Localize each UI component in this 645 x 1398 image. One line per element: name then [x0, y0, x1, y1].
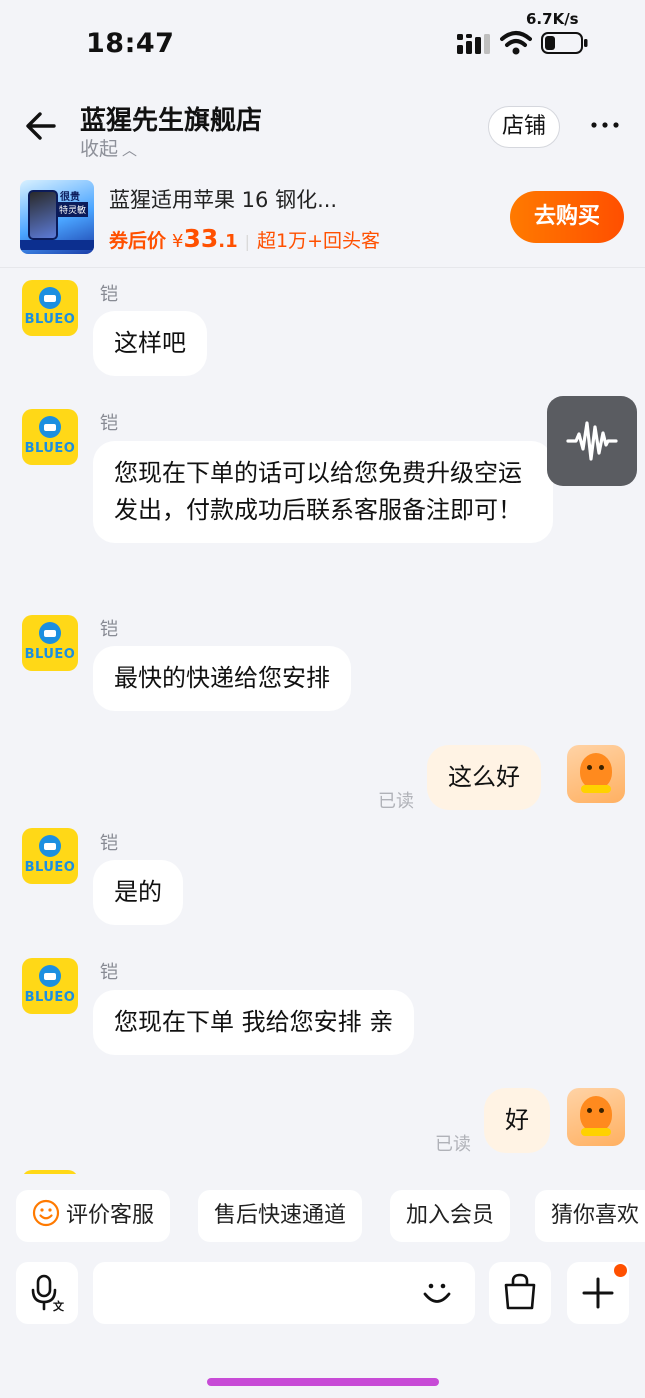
sender-name: 铠	[100, 619, 118, 640]
chip-after-sales[interactable]: 售后快速通道	[198, 1190, 363, 1242]
my-avatar[interactable]	[567, 745, 625, 803]
mic-translate-icon: 文	[31, 1274, 65, 1313]
agent-avatar[interactable]: BLUEO	[22, 409, 78, 465]
sender-name: 铠	[100, 833, 118, 854]
chip-join-member[interactable]: 加入会员	[390, 1190, 511, 1242]
collapse-toggle[interactable]: 收起 ︿	[80, 134, 137, 161]
home-indicator	[207, 1378, 439, 1386]
logo-face	[39, 965, 61, 987]
wifi-icon	[500, 31, 532, 55]
agent-avatar[interactable]	[22, 1170, 78, 1174]
my-message-bubble[interactable]: 好	[484, 1088, 550, 1153]
agent-avatar[interactable]: BLUEO	[22, 828, 78, 884]
message-bubble[interactable]: 这样吧	[93, 311, 207, 376]
chip-recommend[interactable]: 猜你喜欢	[535, 1190, 645, 1242]
product-name[interactable]: 蓝猩适用苹果 16 钢化...	[109, 184, 337, 214]
chip-label: 猜你喜欢	[551, 1203, 640, 1228]
price-decimal: .1	[218, 231, 238, 252]
message-bubble[interactable]: 是的	[93, 860, 183, 925]
message-bubble[interactable]: 您现在下单的话可以给您免费升级空运发出，付款成功后联系客服备注即可！	[93, 441, 553, 543]
currency-symbol: ¥	[172, 231, 184, 252]
chip-label: 加入会员	[406, 1203, 495, 1228]
mascot	[580, 753, 612, 789]
chevron-up-icon: ︿	[122, 141, 138, 159]
read-receipt: 已读	[435, 1134, 471, 1155]
buy-button[interactable]: 去购买	[510, 191, 624, 243]
message-bubble[interactable]: 您现在下单 我给您安排 亲	[93, 990, 415, 1055]
logo-face	[39, 287, 61, 309]
status-bar: 18:47 6.7K/s	[0, 0, 645, 80]
voice-input-button[interactable]	[547, 396, 637, 486]
logo-face	[39, 622, 61, 644]
shopping-bag-button[interactable]	[489, 1262, 551, 1324]
chip-rate-service[interactable]: 评价客服	[16, 1190, 171, 1242]
agent-avatar[interactable]: BLUEO	[22, 280, 78, 336]
logo-face	[39, 416, 61, 438]
avatar-logo-text: BLUEO	[24, 647, 76, 662]
smile-icon	[32, 1199, 60, 1227]
quick-reply-chips: 评价客服 售后快速通道 加入会员 猜你喜欢	[0, 1190, 645, 1244]
arrow-left-icon[interactable]	[22, 108, 62, 144]
avatar-logo-text: BLUEO	[24, 990, 76, 1005]
product-card[interactable]: 很贵 特灵敏 蓝猩适用苹果 16 钢化... 券后价 ¥33.1 | 超1万+回头客 …	[0, 170, 645, 268]
my-avatar[interactable]	[567, 1088, 625, 1146]
shop-title: 蓝猩先生旗舰店	[80, 106, 263, 136]
network-speed: 6.7K/s	[526, 10, 579, 28]
agent-avatar[interactable]: BLUEO	[22, 958, 78, 1014]
repeat-buyers: 超1万+回头客	[257, 230, 381, 252]
price-label: 券后价	[109, 230, 167, 252]
voice-translate-button[interactable]: 文	[16, 1262, 78, 1324]
sender-name: 铠	[100, 962, 118, 983]
divider: |	[244, 232, 251, 251]
notification-dot	[612, 1262, 629, 1279]
agent-avatar[interactable]: BLUEO	[22, 615, 78, 671]
thumb-tag: 很贵	[60, 192, 80, 203]
more-icon[interactable]	[588, 110, 622, 140]
phone-image	[28, 190, 58, 240]
status-time: 18:47	[86, 28, 175, 59]
mascot-scarf	[581, 785, 611, 793]
message-bubble[interactable]: 最快的快递给您安排	[93, 646, 351, 711]
avatar-logo-text: BLUEO	[24, 312, 76, 327]
avatar-logo-text: BLUEO	[24, 441, 76, 456]
collapse-label: 收起	[80, 138, 119, 160]
chip-label: 评价客服	[66, 1203, 155, 1228]
chat-header: 蓝猩先生旗舰店 收起 ︿ 店铺	[0, 80, 645, 170]
thumb-tag: 特灵敏	[57, 202, 89, 217]
sender-name: 铠	[100, 284, 118, 305]
price-integer: 33	[183, 224, 219, 253]
input-bar: 文	[0, 1262, 645, 1324]
emoji-icon[interactable]	[419, 1275, 455, 1311]
mascot	[580, 1096, 612, 1132]
chip-label: 售后快速通道	[214, 1203, 347, 1228]
thumb-stripe	[20, 240, 94, 250]
product-thumbnail[interactable]: 很贵 特灵敏	[20, 180, 94, 254]
shopping-bag-icon	[504, 1273, 536, 1310]
my-message-bubble[interactable]: 这么好	[427, 745, 541, 810]
battery-icon	[541, 32, 588, 54]
logo-face	[39, 835, 61, 857]
svg-text:文: 文	[53, 1299, 65, 1313]
message-input[interactable]	[93, 1262, 475, 1324]
sender-name: 铠	[100, 413, 118, 434]
soundwave-icon	[566, 421, 618, 461]
price-row: 券后价 ¥33.1 | 超1万+回头客	[109, 224, 380, 253]
mascot-scarf	[581, 1128, 611, 1136]
avatar-logo-text: BLUEO	[24, 860, 76, 875]
store-button[interactable]: 店铺	[488, 106, 560, 148]
read-receipt: 已读	[378, 791, 414, 812]
cellular-signal-icon	[457, 34, 490, 54]
